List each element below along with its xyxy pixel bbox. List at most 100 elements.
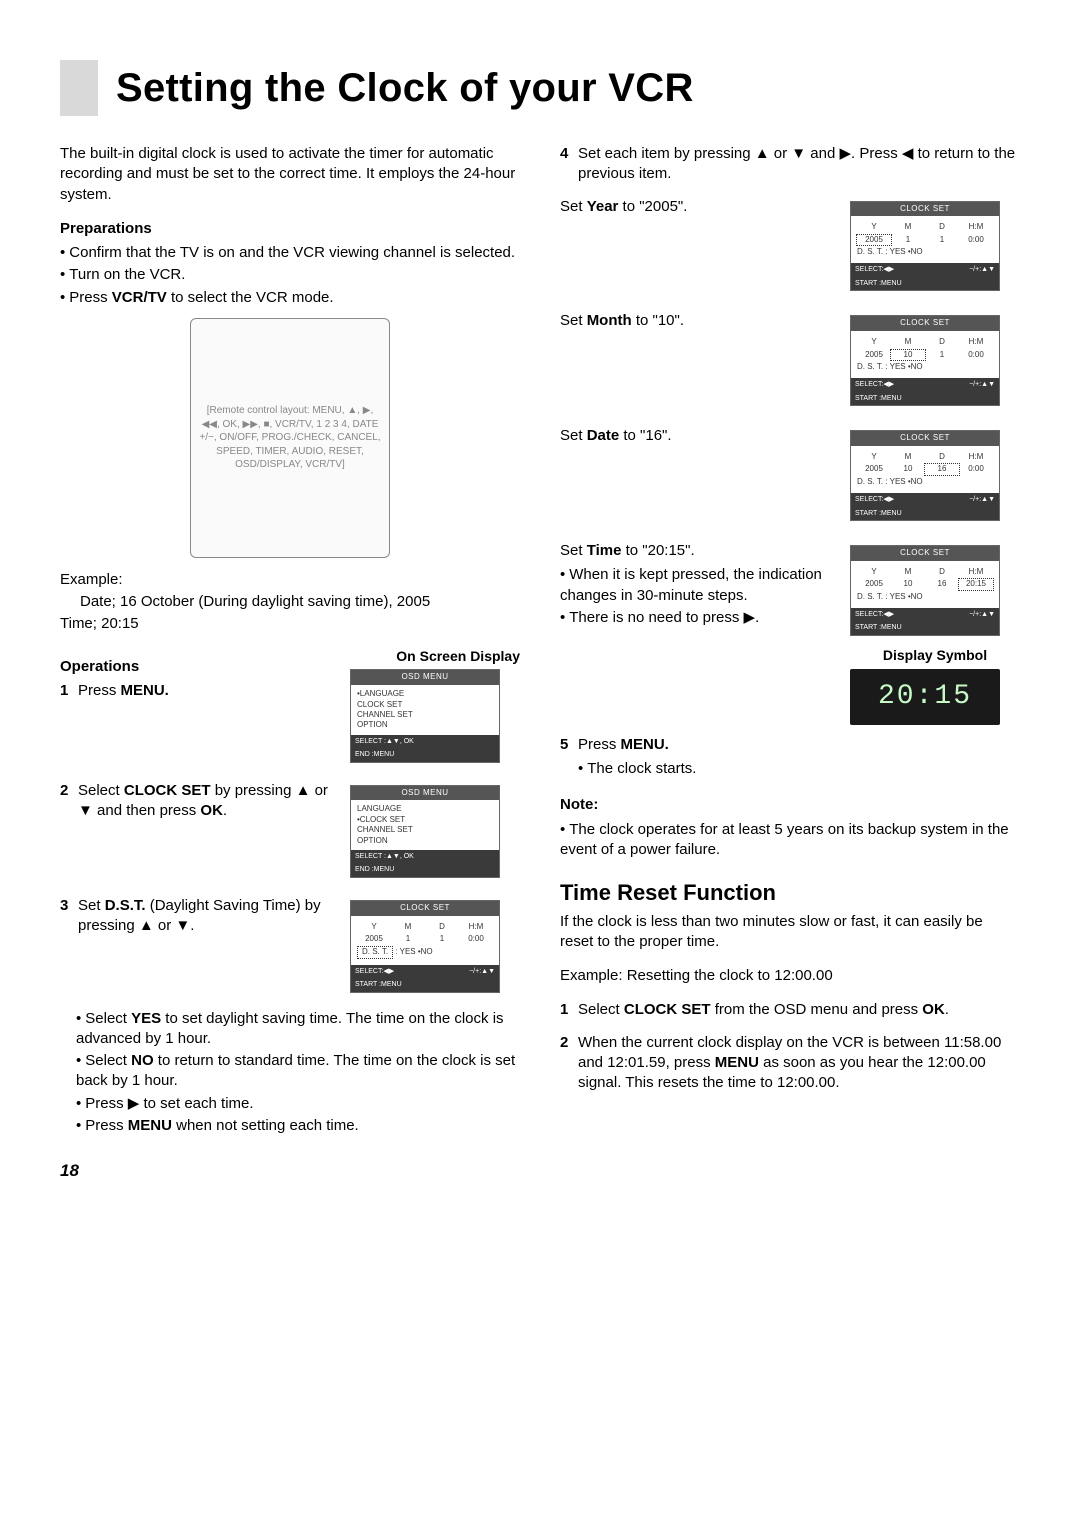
osd-footer: START :MENU <box>855 279 902 288</box>
osd-footer: END :MENU <box>355 750 394 759</box>
step-number: 2 <box>60 781 78 822</box>
clk-hdr: M <box>891 567 925 577</box>
dst-note: Select NO to return to standard time. Th… <box>76 1051 520 1092</box>
reset-heading: Time Reset Function <box>560 878 1020 908</box>
clk-hdr: H:M <box>959 337 993 347</box>
remote-diagram: [Remote control layout: MENU, ▲, ▶, ◀◀, … <box>190 318 390 558</box>
example-date: Date; 16 October (During daylight saving… <box>60 592 520 612</box>
osd-footer: SELECT:◀▶ <box>855 495 894 504</box>
step-number: 2 <box>560 1033 578 1094</box>
osd-footer: END :MENU <box>355 865 394 874</box>
osd-item: LANGUAGE <box>357 804 493 814</box>
osd-label: On Screen Display <box>350 647 520 666</box>
clk-val: 1 <box>391 934 425 944</box>
reset-intro: If the clock is less than two minutes sl… <box>560 912 1020 953</box>
step-number: 1 <box>60 681 78 701</box>
clk-val: 2005 <box>857 579 891 589</box>
clk-hdr: M <box>391 922 425 932</box>
op-step-1: 1 Press MENU. <box>60 681 334 701</box>
dst-note: Select YES to set daylight saving time. … <box>76 1009 520 1050</box>
osd-footer: START :MENU <box>855 509 902 518</box>
clk-hdr: D <box>925 222 959 232</box>
clk-hdr: D <box>425 922 459 932</box>
left-column: The built-in digital clock is used to ac… <box>60 144 520 1183</box>
clk-val-sel: 2005 <box>857 235 891 245</box>
clk-val: 2005 <box>357 934 391 944</box>
example-label: Example: <box>60 570 520 590</box>
osd-footer: −/+:▲▼ <box>969 265 995 274</box>
osd-item: OPTION <box>357 836 493 846</box>
clk-hdr: Y <box>857 567 891 577</box>
osd-title: CLOCK SET <box>851 202 999 217</box>
clk-hdr: D <box>925 567 959 577</box>
osd-title: CLOCK SET <box>351 901 499 916</box>
clock-set-month: CLOCK SET Y M D H:M 2005 10 1 0:00 <box>850 315 1000 406</box>
step-number: 1 <box>560 1000 578 1020</box>
osd-item: OPTION <box>357 720 493 730</box>
osd-footer: START :MENU <box>855 394 902 403</box>
osd-menu-2: OSD MENU LANGUAGE •CLOCK SET CHANNEL SET… <box>350 785 500 878</box>
title-accent-box <box>60 60 98 116</box>
clock-set-time: CLOCK SET Y M D H:M 2005 10 16 20:15 <box>850 545 1000 636</box>
dst-note: Press ▶ to set each time. <box>76 1094 520 1114</box>
clk-val: 1 <box>891 235 925 245</box>
osd-title: OSD MENU <box>351 670 499 685</box>
clk-hdr: M <box>891 452 925 462</box>
clock-set-date: CLOCK SET Y M D H:M 2005 10 16 0:00 <box>850 430 1000 521</box>
prep-item: Press VCR/TV to select the VCR mode. <box>60 288 520 308</box>
time-note: When it is kept pressed, the indication … <box>560 565 838 606</box>
clk-hdr: M <box>891 337 925 347</box>
osd-item: CLOCK SET <box>357 700 493 710</box>
clk-val: 1 <box>425 934 459 944</box>
osd-item: CHANNEL SET <box>357 710 493 720</box>
step5-note: The clock starts. <box>578 759 1020 779</box>
dst-line: D. S. T. : YES •NO <box>857 590 993 604</box>
example-block: Example: Date; 16 October (During daylig… <box>60 570 520 635</box>
step-number: 4 <box>560 144 578 185</box>
preparations-list: Confirm that the TV is on and the VCR vi… <box>60 243 520 308</box>
osd-item: CHANNEL SET <box>357 825 493 835</box>
page-title-row: Setting the Clock of your VCR <box>60 60 1020 116</box>
example-time: Time; 20:15 <box>60 614 520 634</box>
dst-line: D. S. T. : YES •NO <box>857 475 993 489</box>
clk-hdr: Y <box>857 452 891 462</box>
page-number: 18 <box>60 1160 520 1183</box>
osd-footer: START :MENU <box>855 623 902 632</box>
operations-heading: Operations <box>60 657 334 677</box>
reset-step-1: 1 Select CLOCK SET from the OSD menu and… <box>560 1000 1020 1020</box>
clk-hdr: H:M <box>959 222 993 232</box>
clk-val: 0:00 <box>959 350 993 360</box>
op-step-3: 3 Set D.S.T. (Daylight Saving Time) by p… <box>60 896 334 937</box>
clk-val: 10 <box>891 464 925 474</box>
osd-footer: −/+:▲▼ <box>969 495 995 504</box>
clk-val: 0:00 <box>959 464 993 474</box>
clk-val: 2005 <box>857 350 891 360</box>
display-symbol: 20:15 <box>850 669 1000 725</box>
osd-item: •CLOCK SET <box>357 815 493 825</box>
clk-hdr: Y <box>857 222 891 232</box>
clock-set-year: CLOCK SET Y M D H:M 2005 1 1 0:00 <box>850 201 1000 292</box>
step-number: 3 <box>60 896 78 937</box>
right-column: 4 Set each item by pressing ▲ or ▼ and ▶… <box>560 144 1020 1183</box>
set-year-text: Set Year to "2005". <box>560 197 838 217</box>
step4-intro: Set each item by pressing ▲ or ▼ and ▶. … <box>578 144 1020 185</box>
prep-item: Turn on the VCR. <box>60 265 520 285</box>
osd-footer: START :MENU <box>355 980 402 989</box>
intro-paragraph: The built-in digital clock is used to ac… <box>60 144 520 205</box>
osd-item: •LANGUAGE <box>357 689 493 699</box>
clock-set-dst: CLOCK SET Y M D H:M 2005 1 1 0:00 <box>350 900 500 993</box>
osd-footer: SELECT:◀▶ <box>855 380 894 389</box>
reset-step-2: 2 When the current clock display on the … <box>560 1033 1020 1094</box>
clk-hdr: M <box>891 222 925 232</box>
page-title: Setting the Clock of your VCR <box>116 61 694 115</box>
reset-example: Example: Resetting the clock to 12:00.00 <box>560 966 1020 986</box>
dst-notes: Select YES to set daylight saving time. … <box>60 1009 520 1137</box>
clk-hdr: D <box>925 337 959 347</box>
preparations-heading: Preparations <box>60 219 520 239</box>
clk-val: 0:00 <box>459 934 493 944</box>
note-list: The clock operates for at least 5 years … <box>560 820 1020 861</box>
clk-val-sel: 10 <box>891 350 925 360</box>
clk-hdr: H:M <box>459 922 493 932</box>
osd-footer: SELECT:◀▶ <box>855 610 894 619</box>
osd-footer: SELECT:◀▶ <box>855 265 894 274</box>
